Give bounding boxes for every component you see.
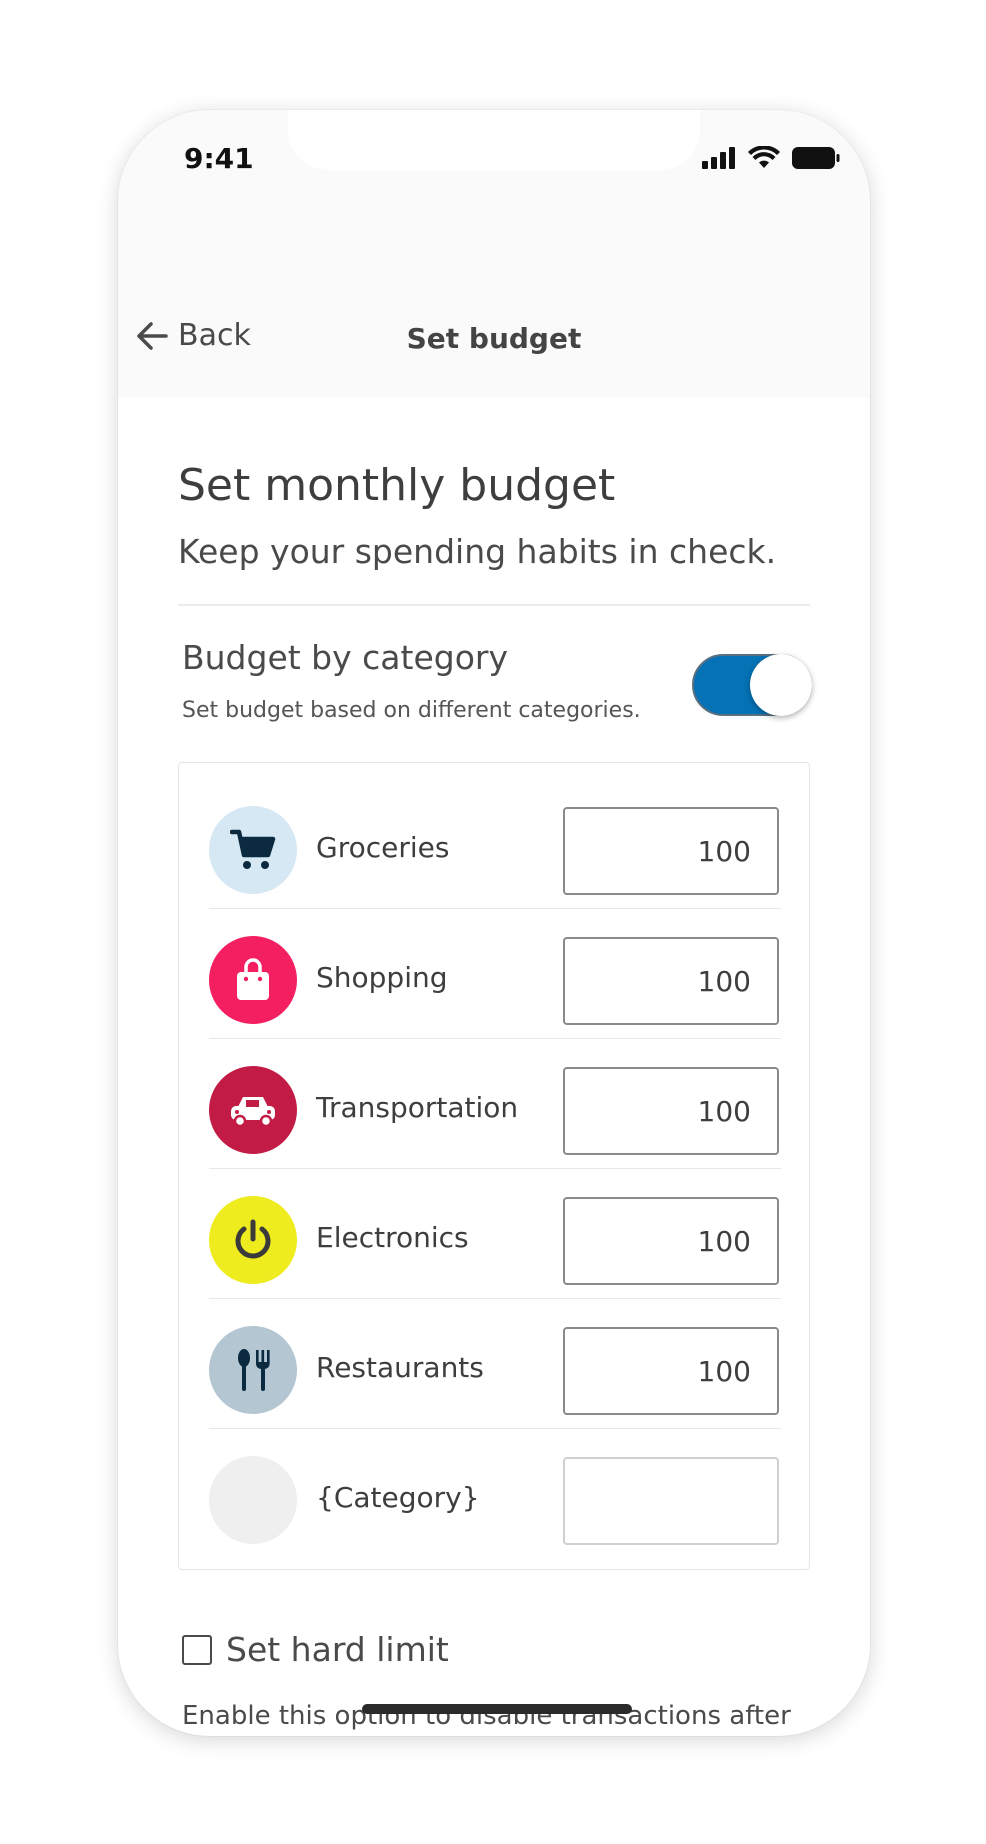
nav-bar: Back Set budget: [118, 288, 870, 398]
notch: [288, 110, 700, 170]
shopping-bag-icon: [209, 936, 297, 1024]
budget-by-category-toggle[interactable]: [692, 654, 812, 716]
power-icon: [209, 1196, 297, 1284]
category-label: Groceries: [316, 831, 450, 864]
category-row-transportation: Transportation: [209, 1039, 781, 1169]
restaurants-amount-input[interactable]: [563, 1327, 779, 1415]
hard-limit-label: Set hard limit: [226, 1630, 449, 1669]
category-row-electronics: Electronics: [209, 1169, 781, 1299]
signal-icon: [702, 147, 735, 169]
page-title: Set monthly budget: [178, 460, 616, 511]
hard-limit-checkbox[interactable]: [182, 1634, 212, 1665]
nav-title: Set budget: [406, 322, 582, 355]
shopping-amount-input[interactable]: [563, 937, 779, 1025]
transportation-amount-input[interactable]: [563, 1067, 779, 1155]
category-placeholder-icon: [209, 1456, 297, 1544]
car-icon: [209, 1066, 297, 1154]
status-icons: [702, 146, 840, 170]
fork-spoon-icon: [209, 1326, 297, 1414]
groceries-amount-input[interactable]: [563, 807, 779, 895]
divider: [178, 604, 810, 606]
category-label: Transportation: [316, 1091, 519, 1124]
category-label: Electronics: [316, 1221, 469, 1254]
electronics-amount-input[interactable]: [563, 1197, 779, 1285]
category-label: Restaurants: [316, 1351, 484, 1384]
wifi-icon: [748, 146, 780, 168]
page-subtitle: Keep your spending habits in check.: [178, 532, 777, 571]
battery-icon: [792, 147, 840, 169]
toggle-knob: [750, 654, 812, 716]
status-bar: 9:41: [118, 110, 870, 288]
category-amount-input[interactable]: [563, 1457, 779, 1545]
hard-limit-option[interactable]: Set hard limit: [182, 1630, 449, 1669]
category-row-placeholder: {Category}: [209, 1429, 781, 1559]
home-indicator: [362, 1704, 632, 1714]
category-label: {Category}: [316, 1481, 480, 1514]
category-label: Shopping: [316, 961, 448, 994]
budget-by-category-description: Set budget based on different categories…: [182, 698, 641, 723]
category-row-groceries: Groceries: [209, 779, 781, 909]
budget-by-category-title: Budget by category: [182, 638, 508, 677]
category-list: Groceries Shopping: [178, 762, 810, 1570]
status-time: 9:41: [184, 142, 254, 175]
category-row-shopping: Shopping: [209, 909, 781, 1039]
cart-icon: [209, 806, 297, 894]
phone-frame: 9:41 Back Set budget Set monthly budget …: [118, 110, 870, 1736]
category-row-restaurants: Restaurants: [209, 1299, 781, 1429]
